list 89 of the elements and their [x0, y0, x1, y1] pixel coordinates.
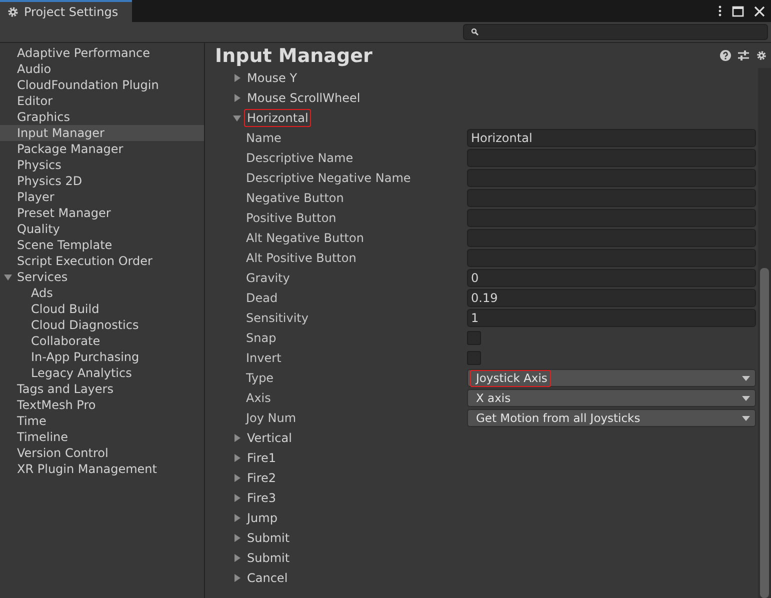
axis-foldout[interactable]: Horizontal: [244, 109, 312, 127]
sidebar-item[interactable]: XR Plugin Management: [0, 461, 204, 477]
collapsed-arrow-icon[interactable]: [233, 434, 241, 442]
page-title: Input Manager: [215, 44, 372, 66]
field-label: Positive Button: [246, 211, 338, 225]
expanded-arrow-icon[interactable]: [233, 114, 241, 122]
collapsed-arrow-icon[interactable]: [233, 574, 241, 582]
sidebar-item[interactable]: Timeline: [0, 429, 204, 445]
dropdown[interactable]: Get Motion from all Joysticks: [467, 409, 756, 427]
field-label: Descriptive Name: [246, 151, 354, 165]
gear-icon: [7, 6, 19, 18]
field-label: Alt Positive Button: [246, 251, 358, 265]
field-label: Dead: [246, 291, 279, 305]
sidebar-item[interactable]: Audio: [0, 61, 204, 77]
dropdown[interactable]: X axis: [467, 389, 756, 407]
axis-foldout[interactable]: Fire2: [244, 469, 280, 487]
collapsed-arrow-icon[interactable]: [233, 474, 241, 482]
checkbox[interactable]: [467, 351, 481, 365]
field-label: Axis: [246, 391, 272, 405]
axis-foldout[interactable]: Vertical: [244, 429, 295, 447]
sidebar-item[interactable]: Player: [0, 189, 204, 205]
maximize-icon[interactable]: [732, 6, 744, 16]
checkbox[interactable]: [467, 331, 481, 345]
sidebar-item[interactable]: Cloud Build: [14, 301, 204, 317]
field-label: Joy Num: [246, 411, 298, 425]
collapsed-arrow-icon[interactable]: [233, 554, 241, 562]
sidebar-item[interactable]: Adaptive Performance: [0, 45, 204, 61]
field-label: Descriptive Negative Name: [246, 171, 412, 185]
input-field[interactable]: Horizontal: [467, 129, 756, 147]
axis-foldout[interactable]: Submit: [244, 549, 293, 567]
field-label: Sensitivity: [246, 311, 310, 325]
input-field[interactable]: 0: [467, 269, 756, 287]
more-icon[interactable]: [718, 5, 722, 17]
axis-foldout[interactable]: Cancel: [244, 569, 291, 587]
field-label: Name: [246, 131, 282, 145]
input-field[interactable]: 0.19: [467, 289, 756, 307]
sidebar-item[interactable]: Quality: [0, 221, 204, 237]
close-icon[interactable]: [754, 6, 765, 16]
sidebar-item[interactable]: Package Manager: [0, 141, 204, 157]
sidebar-item[interactable]: Time: [0, 413, 204, 429]
collapsed-arrow-icon[interactable]: [233, 494, 241, 502]
sidebar-item[interactable]: Script Execution Order: [0, 253, 204, 269]
sidebar-item[interactable]: Version Control: [0, 445, 204, 461]
sidebar-item[interactable]: Physics: [0, 157, 204, 173]
axis-foldout[interactable]: Mouse ScrollWheel: [244, 89, 364, 107]
axis-foldout[interactable]: Fire3: [244, 489, 280, 507]
expanded-arrow-icon[interactable]: [4, 273, 12, 281]
sidebar-item[interactable]: Legacy Analytics: [14, 365, 204, 381]
axis-foldout[interactable]: Fire1: [244, 449, 280, 467]
field-label: Type: [246, 371, 275, 385]
sidebar-item[interactable]: Cloud Diagnostics: [14, 317, 204, 333]
sidebar-item[interactable]: Preset Manager: [0, 205, 204, 221]
field-label: Gravity: [246, 271, 291, 285]
search-field[interactable]: [463, 24, 768, 40]
collapsed-arrow-icon[interactable]: [233, 534, 241, 542]
collapsed-arrow-icon[interactable]: [233, 94, 241, 102]
sidebar-item[interactable]: Scene Template: [0, 237, 204, 253]
field-label: Negative Button: [246, 191, 345, 205]
collapsed-arrow-icon[interactable]: [233, 74, 241, 82]
axis-foldout[interactable]: Submit: [244, 529, 293, 547]
scrollbar-thumb[interactable]: [760, 268, 769, 598]
sidebar-item[interactable]: Graphics: [0, 109, 204, 125]
collapsed-arrow-icon[interactable]: [233, 514, 241, 522]
sidebar-item[interactable]: Editor: [0, 93, 204, 109]
sidebar-item[interactable]: TextMesh Pro: [0, 397, 204, 413]
sidebar-item[interactable]: Physics 2D: [0, 173, 204, 189]
sidebar-item[interactable]: Collaborate: [14, 333, 204, 349]
sidebar-item[interactable]: Services: [12, 269, 204, 285]
input-field[interactable]: 1: [467, 309, 756, 327]
collapsed-arrow-icon[interactable]: [233, 454, 241, 462]
search-icon: [471, 28, 479, 36]
window-tab[interactable]: Project Settings: [0, 0, 132, 22]
field-label: Alt Negative Button: [246, 231, 365, 245]
sidebar-item[interactable]: Tags and Layers: [0, 381, 204, 397]
gear-icon[interactable]: [756, 50, 767, 61]
help-icon[interactable]: [720, 50, 731, 61]
axis-foldout[interactable]: Mouse Y: [244, 69, 300, 87]
sidebar-item[interactable]: CloudFoundation Plugin: [0, 77, 204, 93]
field-label: Snap: [246, 331, 278, 345]
caret-icon: [742, 416, 750, 420]
axis-foldout[interactable]: Jump: [244, 509, 280, 527]
caret-icon: [742, 376, 750, 380]
sidebar-item[interactable]: In-App Purchasing: [14, 349, 204, 365]
sidebar-item[interactable]: Input Manager: [0, 125, 204, 141]
dropdown[interactable]: Joystick Axis: [467, 369, 756, 387]
sidebar-item[interactable]: Ads: [14, 285, 204, 301]
sliders-icon[interactable]: [738, 50, 749, 61]
field-label: Invert: [246, 351, 282, 365]
caret-icon: [742, 396, 750, 400]
